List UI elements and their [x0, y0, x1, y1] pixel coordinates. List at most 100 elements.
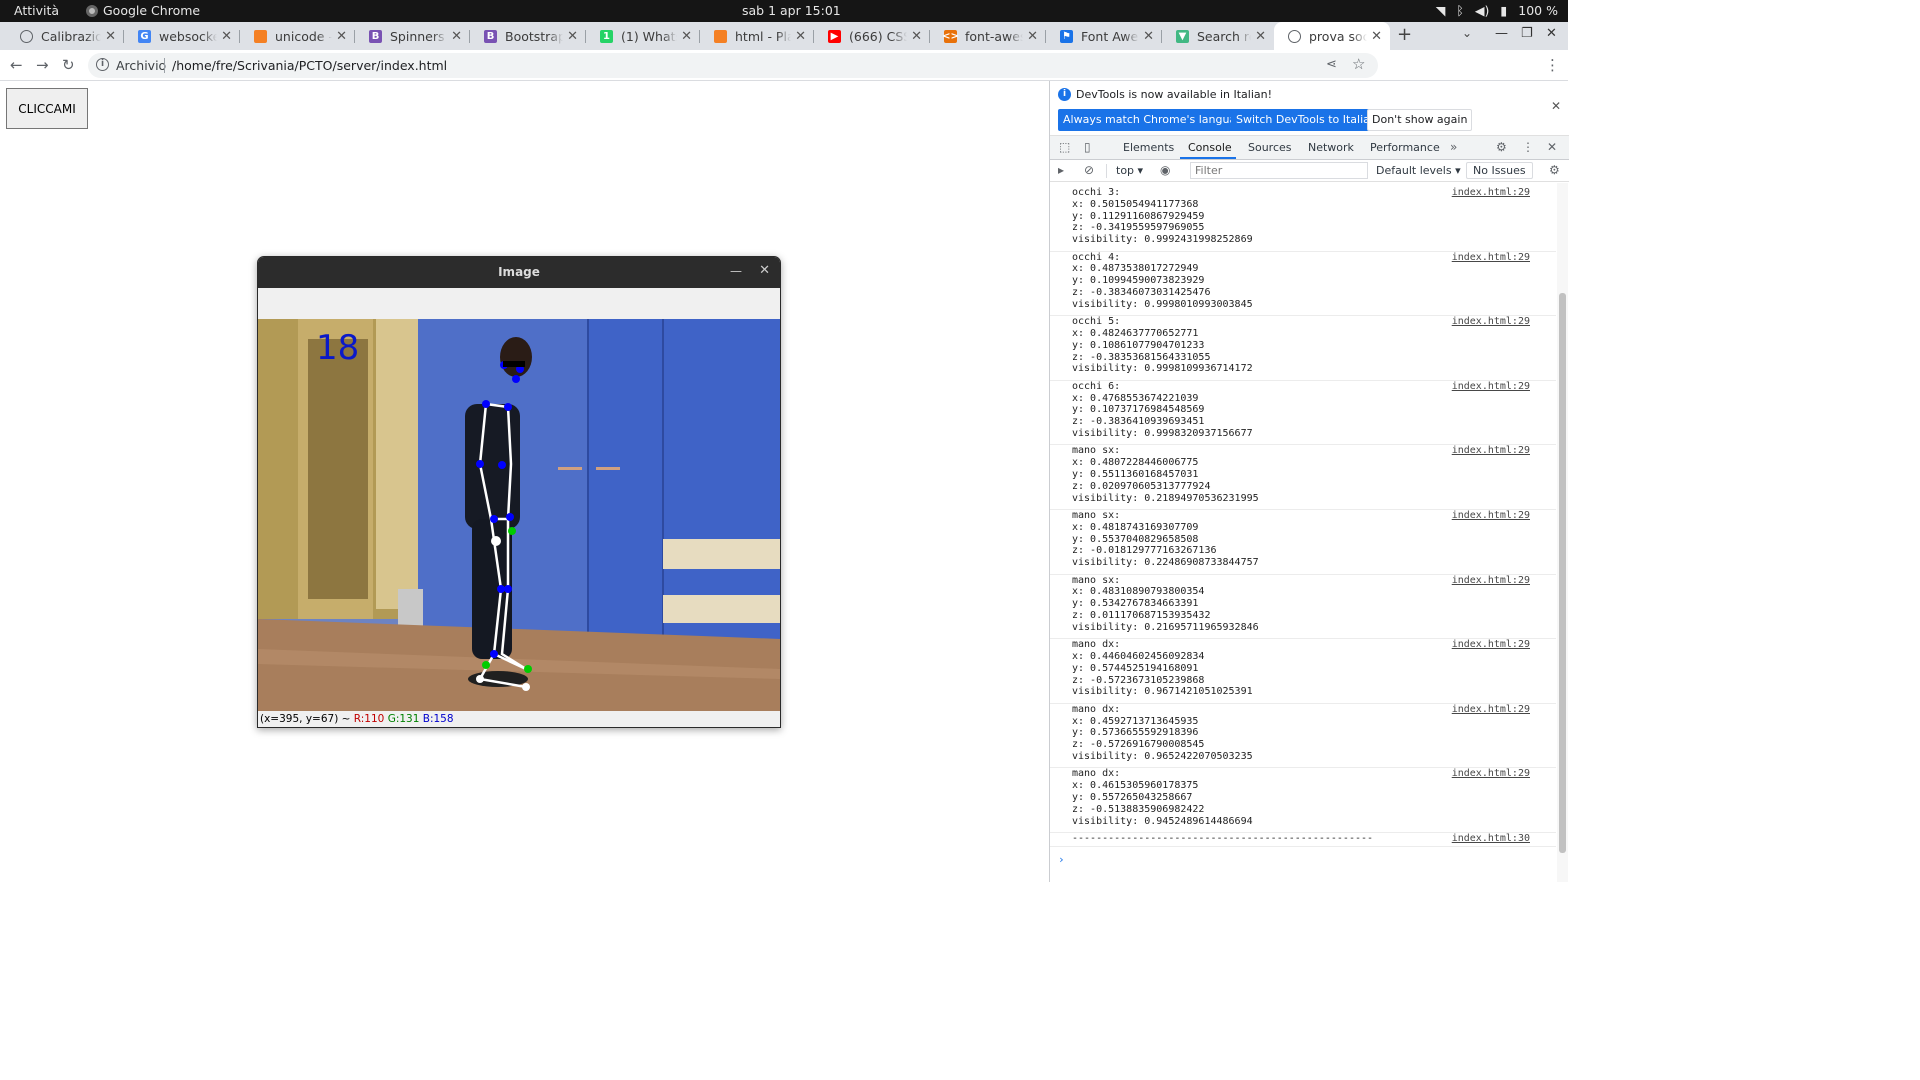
close-window-icon[interactable]: ✕	[1546, 26, 1557, 41]
log-lines: mano sx: x: 0.4807228446006775 y: 0.551136…	[1072, 445, 1259, 504]
close-tab-icon[interactable]: ✕	[795, 29, 806, 44]
sidebar-toggle-icon[interactable]: ▸	[1058, 163, 1064, 177]
tab-0[interactable]: Calibrazion✕	[6, 22, 124, 50]
always-match-language-button[interactable]: Always match Chrome's language	[1058, 109, 1255, 131]
source-link[interactable]: index.html:29	[1452, 187, 1530, 199]
tab-title: font-aweso	[965, 28, 1023, 44]
close-tab-icon[interactable]: ✕	[1255, 29, 1266, 44]
tab-title: html - Placi	[735, 28, 792, 44]
tab-performance[interactable]: Performance	[1370, 141, 1440, 154]
dont-show-again-button[interactable]: Don't show again	[1367, 109, 1473, 131]
tab-2[interactable]: unicode - D ✕	[240, 22, 355, 50]
tab-10[interactable]: ▼ Search resu ✕	[1162, 22, 1274, 50]
system-tray[interactable]: ◥ ᛒ ◀) ▮ 100 %	[1436, 3, 1558, 18]
back-icon[interactable]: ←	[10, 56, 23, 74]
tab-6[interactable]: html - Placi✕	[700, 22, 814, 50]
clock[interactable]: sab 1 apr 15:01	[742, 3, 841, 18]
source-link[interactable]: index.html:29	[1452, 768, 1530, 780]
webcam-frame[interactable]: 18	[258, 319, 780, 711]
url-text[interactable]: /home/fre/Scrivania/PCTO/server/index.ht…	[172, 58, 447, 73]
switch-to-italian-button[interactable]: Switch DevTools to Italian	[1231, 109, 1382, 131]
console-prompt[interactable]: ›	[1058, 853, 1065, 866]
source-link[interactable]: index.html:29	[1452, 704, 1530, 716]
chrome-menu-icon[interactable]: ⋮	[1545, 56, 1560, 74]
bookmark-star-icon[interactable]: ☆	[1352, 55, 1365, 73]
close-tab-icon[interactable]: ✕	[105, 29, 116, 44]
infobar-message: DevTools is now available in Italian!	[1076, 88, 1273, 101]
close-tab-icon[interactable]: ✕	[911, 29, 922, 44]
share-icon[interactable]: ⋖	[1326, 57, 1337, 72]
tab-network[interactable]: Network	[1308, 141, 1354, 154]
source-link[interactable]: index.html:29	[1452, 381, 1530, 393]
tab-4[interactable]: B Bootstrap ✕	[470, 22, 586, 50]
tab-sources[interactable]: Sources	[1248, 141, 1292, 154]
separator-text: ----------------------------------------…	[1072, 833, 1374, 844]
settings-gear-icon[interactable]: ⚙	[1496, 140, 1507, 154]
close-tab-icon[interactable]: ✕	[1371, 29, 1382, 44]
close-tab-icon[interactable]: ✕	[567, 29, 578, 44]
issues-button[interactable]: No Issues	[1466, 162, 1533, 179]
address-bar[interactable]: i Archivio /home/fre/Scrivania/PCTO/serv…	[88, 53, 1378, 78]
clear-console-icon[interactable]: ⊘	[1084, 163, 1094, 177]
tab-8[interactable]: <> font-aweso ✕	[930, 22, 1046, 50]
minimize-icon[interactable]: —	[1495, 26, 1508, 41]
log-levels-dropdown[interactable]: Default levels ▾	[1376, 164, 1461, 177]
source-link[interactable]: index.html:29	[1452, 639, 1530, 651]
new-tab-icon[interactable]: +	[1397, 24, 1412, 45]
close-tab-icon[interactable]: ✕	[681, 29, 692, 44]
tab-3[interactable]: B Spinners · E ✕	[355, 22, 470, 50]
tab-9[interactable]: ⚑ Font Aweso ✕	[1046, 22, 1162, 50]
tab-5[interactable]: 1 (1) WhatsA ✕	[586, 22, 700, 50]
app-menu[interactable]: Google Chrome	[86, 3, 200, 18]
cursor-coordinates: (x=395, y=67) ~	[260, 713, 354, 725]
tab-1[interactable]: Gwebsocket✕	[124, 22, 240, 50]
image-window[interactable]: Image — ✕ 18 (x=395, y=67) ~ R:110 G:131…	[257, 256, 781, 728]
close-tab-icon[interactable]: ✕	[221, 29, 232, 44]
reload-icon[interactable]: ↻	[62, 56, 75, 74]
tab-7[interactable]: ▶ (666) CSS 3I ✕	[814, 22, 930, 50]
log-line-label: occhi 4:	[1072, 251, 1121, 263]
more-tabs-icon[interactable]: »	[1450, 140, 1457, 154]
device-toolbar-icon[interactable]: ▯	[1084, 140, 1091, 154]
scrollbar-thumb[interactable]	[1559, 293, 1566, 853]
console-settings-icon[interactable]: ⚙	[1549, 163, 1560, 177]
source-link[interactable]: index.html:30	[1452, 833, 1530, 845]
log-line-x: x: 0.4592713713645935	[1072, 715, 1199, 727]
tab-title: unicode - D	[275, 28, 332, 44]
source-link[interactable]: index.html:29	[1452, 445, 1530, 457]
info-icon: i	[1058, 88, 1071, 101]
close-tab-icon[interactable]: ✕	[1027, 29, 1038, 44]
tab-console[interactable]: Console	[1188, 141, 1232, 154]
restore-icon[interactable]: ❐	[1521, 26, 1533, 41]
forward-icon[interactable]: →	[36, 56, 49, 74]
console-filter-input[interactable]: Filter	[1190, 162, 1368, 179]
activities-button[interactable]: Attività	[14, 3, 59, 18]
tab-title: websocket	[159, 28, 218, 44]
source-link[interactable]: index.html:29	[1452, 252, 1530, 264]
console-output[interactable]: occhi 3: x: 0.5015054941177368 y: 0.112911…	[1050, 183, 1569, 882]
close-icon[interactable]: ✕	[759, 263, 770, 278]
source-link[interactable]: index.html:29	[1452, 316, 1530, 328]
minimize-icon[interactable]: —	[730, 264, 742, 278]
source-link[interactable]: index.html:29	[1452, 510, 1530, 522]
context-selector[interactable]: top ▾	[1116, 164, 1143, 177]
live-expression-eye-icon[interactable]: ◉	[1160, 163, 1170, 177]
tab-search-icon[interactable]: ⌄	[1462, 26, 1472, 40]
close-infobar-icon[interactable]: ✕	[1551, 99, 1561, 113]
divider	[164, 58, 165, 73]
close-tab-icon[interactable]: ✕	[451, 29, 462, 44]
log-line-label: mano sx:	[1072, 510, 1121, 521]
inspect-element-icon[interactable]: ⬚	[1059, 140, 1070, 154]
kebab-menu-icon[interactable]: ⋮	[1522, 140, 1534, 154]
close-tab-icon[interactable]: ✕	[1143, 29, 1154, 44]
cliccami-button[interactable]: CLICCAMI	[6, 88, 88, 129]
close-devtools-icon[interactable]: ✕	[1547, 140, 1557, 154]
console-entry: mano sx: x: 0.48187431693077​09 y: 0.55370…	[1050, 510, 1556, 575]
info-icon[interactable]: i	[96, 58, 109, 71]
tab-11[interactable]: prova sock✕	[1274, 22, 1390, 50]
volume-icon: ◀)	[1474, 3, 1490, 18]
tab-elements[interactable]: Elements	[1123, 141, 1174, 154]
image-window-title[interactable]: Image	[258, 257, 780, 288]
source-link[interactable]: index.html:29	[1452, 575, 1530, 587]
close-tab-icon[interactable]: ✕	[336, 29, 347, 44]
